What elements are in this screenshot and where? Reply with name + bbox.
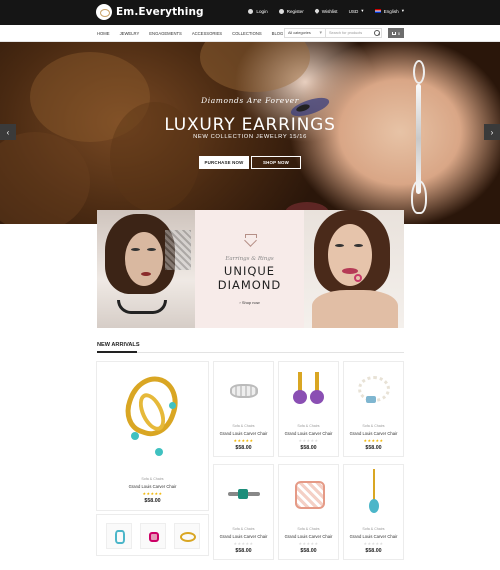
product-image[interactable]: [214, 362, 273, 422]
category-select[interactable]: All categories: [284, 28, 326, 38]
cart-icon: [391, 31, 396, 35]
product-card[interactable]: Sofa & Chairs Grand Louis Carver Chair ★…: [278, 361, 339, 457]
promo-image-right[interactable]: [304, 210, 404, 328]
product-card[interactable]: Sofa & Chairs Grand Louis Carver Chair ★…: [343, 361, 404, 457]
product-category: Sofa & Chairs: [232, 527, 255, 531]
product-card[interactable]: Sofa & Chairs Grand Louis Carver Chair ★…: [278, 464, 339, 560]
nav-item-home[interactable]: Home: [97, 31, 110, 36]
rating-stars: ★★★★★: [363, 438, 384, 443]
section-divider: [97, 352, 404, 353]
product-name[interactable]: Grand Louis Carver Chair: [97, 484, 208, 489]
nav-item-blog[interactable]: Blog: [272, 31, 284, 36]
product-card[interactable]: Sofa & Chairs Grand Louis Carver Chair ★…: [213, 361, 274, 457]
chevron-down-icon: ▾: [401, 8, 404, 13]
register-link[interactable]: Register: [278, 8, 304, 14]
ring-logo-icon: [96, 4, 112, 20]
hero-title: LUXURY EARRINGS: [164, 115, 336, 135]
rating-stars: ★★★★★: [142, 491, 163, 496]
rating-stars: ★★★★★: [363, 541, 384, 546]
product-image[interactable]: [279, 465, 338, 525]
nav-item-accessories[interactable]: Accessories: [192, 31, 222, 36]
product-image[interactable]: [344, 465, 403, 525]
product-category: Sofa & Chairs: [232, 424, 255, 428]
main-navigation: Home Jewelry Engagements Accessories Col…: [0, 25, 500, 42]
product-image[interactable]: [344, 362, 403, 422]
product-image[interactable]: [279, 362, 338, 422]
hero-tagline: NEW COLLECTION JEWELRY 15/16: [193, 134, 307, 140]
product-category: Sofa & Chairs: [362, 527, 385, 531]
hero-subtitle: Diamonds Are Forever: [201, 96, 299, 105]
product-name[interactable]: Grand Louis Carver Chair: [214, 431, 273, 436]
wishlist-link[interactable]: Wishlist: [313, 8, 338, 14]
currency-dropdown[interactable]: USD ▾: [349, 8, 364, 14]
promo-shop-link[interactable]: › Shop now: [195, 300, 304, 305]
product-category: Sofa & Chairs: [297, 527, 320, 531]
rating-stars: ★★★★★: [298, 541, 319, 546]
product-category: Sofa & Chairs: [362, 424, 385, 428]
promo-image-left[interactable]: [97, 210, 195, 328]
product-name[interactable]: Grand Louis Carver Chair: [279, 534, 338, 539]
product-card[interactable]: Sofa & Chairs Grand Louis Carver Chair ★…: [213, 464, 274, 560]
account-links: Login Register Wishlist USD ▾ English ▾: [248, 8, 404, 14]
lock-icon: [248, 8, 254, 14]
product-price: $58.00: [300, 548, 317, 554]
rating-stars: ★★★★★: [233, 438, 254, 443]
section-underline: [97, 351, 137, 353]
search-icon[interactable]: [372, 29, 382, 37]
product-image[interactable]: [97, 362, 208, 472]
featured-product-card[interactable]: Sofa & Chairs Grand Louis Carver Chair ★…: [96, 361, 209, 511]
thumbnail-3[interactable]: [174, 523, 200, 549]
cart-count: 0: [397, 30, 401, 36]
product-name[interactable]: Grand Louis Carver Chair: [279, 431, 338, 436]
cart-button[interactable]: 0: [388, 28, 404, 38]
shop-now-button[interactable]: SHOP NOW: [251, 156, 301, 169]
product-price: $58.00: [365, 548, 382, 554]
diamond-icon: [243, 234, 257, 246]
product-price: $58.00: [235, 445, 252, 451]
product-price: $58.00: [235, 548, 252, 554]
thumbnail-1[interactable]: [106, 523, 132, 549]
product-name[interactable]: Grand Louis Carver Chair: [214, 534, 273, 539]
nav-item-engagements[interactable]: Engagements: [149, 31, 182, 36]
hero-slider: Diamonds Are Forever LUXURY EARRINGS NEW…: [0, 42, 500, 224]
product-price: $58.00: [300, 445, 317, 451]
brand-name: Em.Everything: [116, 6, 204, 18]
product-name[interactable]: Grand Louis Carver Chair: [344, 431, 403, 436]
heart-icon: [313, 8, 320, 14]
purchase-now-button[interactable]: PURCHASE NOW: [199, 156, 249, 169]
featured-thumbnails: [96, 514, 209, 556]
product-category: Sofa & Chairs: [297, 424, 320, 428]
chevron-down-icon: ▾: [361, 8, 364, 13]
nav-item-collections[interactable]: Collections: [232, 31, 262, 36]
product-image[interactable]: [214, 465, 273, 525]
brand-logo[interactable]: Em.Everything: [96, 4, 204, 20]
user-icon: [278, 8, 284, 14]
thumbnail-2[interactable]: [140, 523, 166, 549]
promo-title: UNIQUE DIAMOND: [195, 264, 304, 292]
product-card[interactable]: Sofa & Chairs Grand Louis Carver Chair ★…: [343, 464, 404, 560]
login-link[interactable]: Login: [248, 8, 268, 14]
product-name[interactable]: Grand Louis Carver Chair: [344, 534, 403, 539]
product-price: $58.00: [365, 445, 382, 451]
language-dropdown[interactable]: English ▾: [374, 8, 404, 14]
promo-title-line2: DIAMOND: [217, 278, 282, 292]
slider-prev-arrow[interactable]: ‹: [0, 124, 16, 140]
rating-stars: ★★★★★: [233, 541, 254, 546]
product-category: Sofa & Chairs: [141, 477, 164, 481]
main-menu: Home Jewelry Engagements Accessories Col…: [97, 31, 283, 36]
slider-next-arrow[interactable]: ›: [484, 124, 500, 140]
rating-stars: ★★★★★: [298, 438, 319, 443]
product-price: $58.00: [144, 498, 161, 504]
nav-item-jewelry[interactable]: Jewelry: [120, 31, 140, 36]
promo-title-line1: UNIQUE: [223, 264, 276, 278]
promo-subtitle: Earrings & Rings: [225, 256, 274, 262]
flag-icon: [374, 9, 381, 13]
earring-image: [405, 60, 435, 224]
top-header: Em.Everything Login Register Wishlist US…: [0, 0, 500, 25]
section-title: NEW ARRIVALS: [97, 342, 140, 348]
